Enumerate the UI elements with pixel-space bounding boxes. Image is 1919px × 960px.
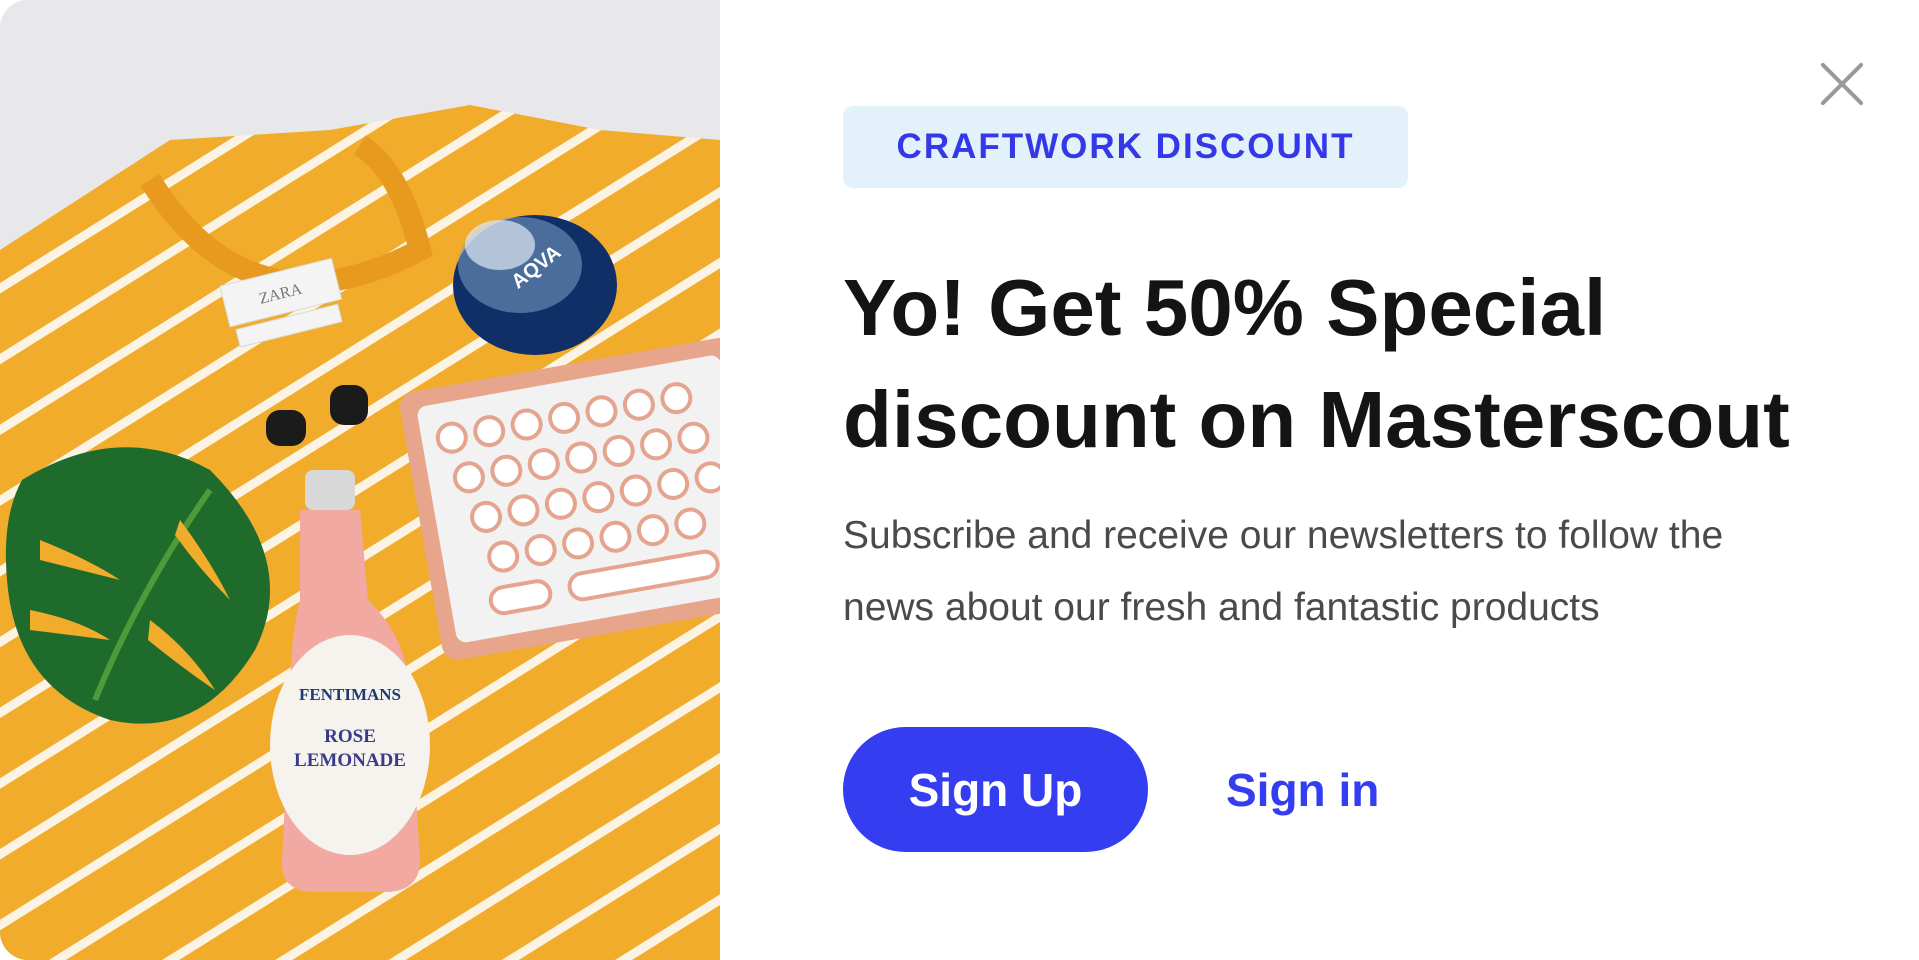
product-flatlay-illustration: ZARA AQVA FENTIMANS ROSE LEMONADE bbox=[0, 0, 720, 960]
svg-text:LEMONADE: LEMONADE bbox=[294, 750, 406, 771]
headline-line-1: Yo! Get 50% Special bbox=[843, 263, 1607, 352]
svg-text:FENTIMANS: FENTIMANS bbox=[299, 685, 401, 704]
svg-text:ROSE: ROSE bbox=[324, 726, 376, 747]
sign-up-button[interactable]: Sign Up bbox=[843, 727, 1148, 852]
perfume-bottle: AQVA bbox=[453, 215, 617, 355]
headline-line-2: discount on Masterscout bbox=[843, 375, 1790, 464]
description-line-2: news about our fresh and fantastic produ… bbox=[843, 586, 1600, 629]
discount-modal: ZARA AQVA FENTIMANS ROSE LEMONADE CRAFTW… bbox=[0, 0, 1919, 960]
sign-in-link[interactable]: Sign in bbox=[1226, 727, 1379, 852]
modal-content: CRAFTWORK DISCOUNT Yo! Get 50% Special d… bbox=[720, 0, 1919, 960]
description: Subscribe and receive our newsletters to… bbox=[843, 500, 1843, 644]
discount-badge: CRAFTWORK DISCOUNT bbox=[843, 106, 1408, 188]
product-photo: ZARA AQVA FENTIMANS ROSE LEMONADE bbox=[0, 0, 720, 960]
description-line-1: Subscribe and receive our newsletters to… bbox=[843, 514, 1724, 557]
close-icon[interactable] bbox=[1816, 58, 1868, 110]
headline: Yo! Get 50% Special discount on Mastersc… bbox=[843, 252, 1843, 476]
